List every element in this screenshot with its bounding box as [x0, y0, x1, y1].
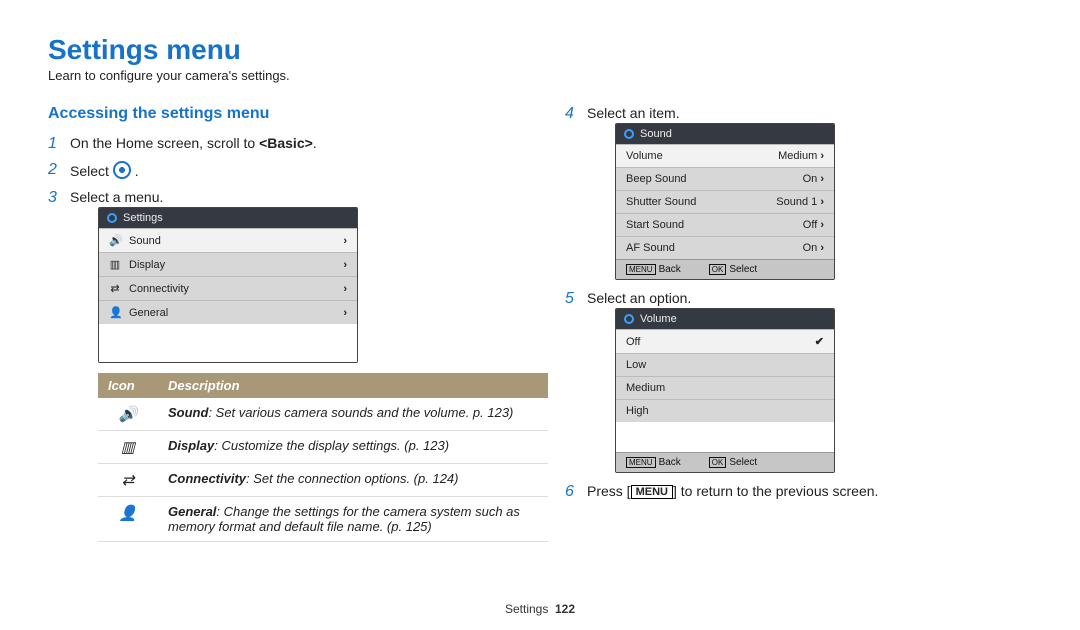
- step-4: Select an item. Sound VolumeMedium ›Beep…: [565, 105, 1032, 280]
- intro-text: Learn to configure your camera's setting…: [48, 68, 1032, 83]
- chevron-right-icon: ›: [343, 307, 347, 319]
- display-icon: ▥: [109, 258, 121, 271]
- screen-header: Sound: [640, 128, 672, 140]
- left-column: Accessing the settings menu On the Home …: [48, 105, 515, 552]
- screen-header: Volume: [640, 313, 677, 325]
- page-footer: Settings 122: [0, 602, 1080, 616]
- menu-row[interactable]: ▥Display›: [99, 252, 357, 276]
- gear-icon: [113, 161, 131, 179]
- chevron-right-icon: ›: [343, 283, 347, 295]
- step-3: Select a menu. Settings 🔊Sound›▥Display›…: [48, 189, 515, 542]
- step-6: Press [MENU] to return to the previous s…: [565, 483, 1032, 499]
- chevron-right-icon: ›: [343, 259, 347, 271]
- step-1: On the Home screen, scroll to <Basic>.: [48, 135, 515, 151]
- display-icon: ▥: [98, 431, 158, 464]
- lens-icon: [624, 314, 634, 324]
- item-row[interactable]: Beep SoundOn ›: [616, 167, 834, 190]
- step-2: Select .: [48, 161, 515, 179]
- section-heading: Accessing the settings menu: [48, 105, 515, 123]
- th-desc: Description: [158, 373, 548, 398]
- sound-item-screen: Sound VolumeMedium ›Beep SoundOn ›Shutte…: [615, 123, 835, 280]
- option-row[interactable]: High: [616, 399, 834, 422]
- connectivity-icon: ⇄: [98, 464, 158, 497]
- connectivity-icon: ⇄: [109, 282, 121, 295]
- screen-header: Settings: [123, 212, 163, 224]
- page-title: Settings menu: [48, 34, 1032, 66]
- item-row[interactable]: AF SoundOn ›: [616, 236, 834, 259]
- right-column: Select an item. Sound VolumeMedium ›Beep…: [565, 105, 1032, 552]
- check-icon: ✔: [815, 335, 824, 348]
- chevron-right-icon: ›: [820, 219, 824, 231]
- lens-icon: [107, 213, 117, 223]
- th-icon: Icon: [98, 373, 158, 398]
- chevron-right-icon: ›: [820, 196, 824, 208]
- option-row[interactable]: Off✔: [616, 329, 834, 353]
- general-icon: 👤: [109, 306, 121, 319]
- chevron-right-icon: ›: [820, 173, 824, 185]
- menu-row[interactable]: 👤General›: [99, 300, 357, 324]
- chevron-right-icon: ›: [343, 235, 347, 247]
- menu-key-icon: MENU: [631, 485, 673, 499]
- table-row: 🔊Sound: Set various camera sounds and th…: [98, 398, 548, 431]
- menu-row[interactable]: ⇄Connectivity›: [99, 276, 357, 300]
- table-row: ⇄Connectivity: Set the connection option…: [98, 464, 548, 497]
- chevron-right-icon: ›: [820, 242, 824, 254]
- item-row[interactable]: Shutter SoundSound 1 ›: [616, 190, 834, 213]
- table-row: 👤General: Change the settings for the ca…: [98, 497, 548, 542]
- step-5: Select an option. Volume Off✔LowMediumHi…: [565, 290, 1032, 473]
- option-row[interactable]: Medium: [616, 376, 834, 399]
- lens-icon: [624, 129, 634, 139]
- table-row: ▥Display: Customize the display settings…: [98, 431, 548, 464]
- chevron-right-icon: ›: [820, 150, 824, 162]
- menu-row[interactable]: 🔊Sound›: [99, 228, 357, 252]
- item-row[interactable]: VolumeMedium ›: [616, 144, 834, 167]
- volume-option-screen: Volume Off✔LowMediumHigh MENUBack OKSele…: [615, 308, 835, 473]
- settings-menu-screen: Settings 🔊Sound›▥Display›⇄Connectivity›👤…: [98, 207, 358, 363]
- sound-icon: 🔊: [109, 234, 121, 247]
- icon-description-table: Icon Description 🔊Sound: Set various cam…: [98, 373, 548, 542]
- item-row[interactable]: Start SoundOff ›: [616, 213, 834, 236]
- general-icon: 👤: [98, 497, 158, 542]
- sound-icon: 🔊: [98, 398, 158, 431]
- option-row[interactable]: Low: [616, 353, 834, 376]
